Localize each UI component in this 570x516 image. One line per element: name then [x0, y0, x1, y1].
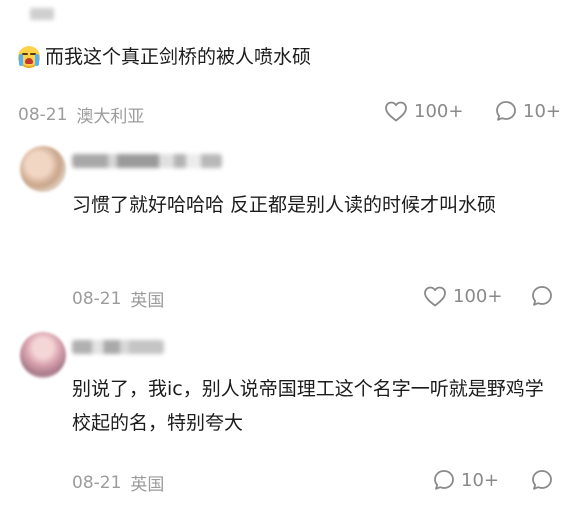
speech-bubble-icon — [532, 286, 552, 306]
reply2-reply-button[interactable]: 10+ — [433, 469, 499, 491]
reply1-like-button[interactable]: 100+ — [423, 285, 502, 307]
reply2-name-blurred[interactable] — [72, 340, 164, 354]
crying-laughing-emoji-icon — [18, 46, 40, 68]
reply2-location: 英国 — [130, 475, 165, 495]
reply-button[interactable]: 10+ — [495, 100, 561, 122]
reply1-text: 习惯了就好哈哈哈 反正都是别人读的时候才叫水硕 — [72, 194, 497, 216]
reply1-like-count: 100+ — [453, 285, 503, 307]
reply1-meta: 08-21 英国 — [72, 286, 165, 312]
reply1-location: 英国 — [130, 291, 165, 311]
reply2-text: 别说了，我ic，别人说帝国理工这个名字一听就是野鸡学校起的名，特别夸大 — [72, 378, 544, 434]
like-button[interactable]: 100+ — [384, 100, 463, 122]
speech-bubble-icon — [496, 101, 516, 121]
reply2-meta: 08-21 英国 — [72, 470, 165, 496]
comment-main-meta: 08-21 澳大利亚 — [18, 102, 145, 128]
heart-outline-icon — [424, 286, 446, 307]
reply2-date: 08-21 — [72, 472, 122, 493]
reply2-reply-count: 10+ — [461, 469, 499, 491]
comment-date: 08-21 — [18, 104, 68, 125]
reply1-reply-button[interactable] — [531, 285, 559, 307]
comment-location: 澳大利亚 — [76, 107, 145, 127]
commenter-name-blurred[interactable] — [30, 8, 54, 20]
speech-bubble-icon — [532, 470, 552, 490]
comment-main-text: 而我这个真正剑桥的被人喷水硕 — [45, 46, 312, 68]
reply1-date: 08-21 — [72, 288, 122, 309]
speech-bubble-icon — [434, 470, 454, 490]
comment-main-text-row: 而我这个真正剑桥的被人喷水硕 — [18, 44, 311, 70]
reply2-options-button[interactable] — [531, 469, 559, 491]
reply1-name-blurred[interactable] — [72, 154, 222, 168]
reply2-avatar[interactable] — [20, 332, 66, 378]
reply-count: 10+ — [523, 100, 561, 122]
heart-outline-icon — [385, 101, 407, 122]
reply1-avatar[interactable] — [20, 146, 66, 192]
like-count: 100+ — [414, 100, 464, 122]
